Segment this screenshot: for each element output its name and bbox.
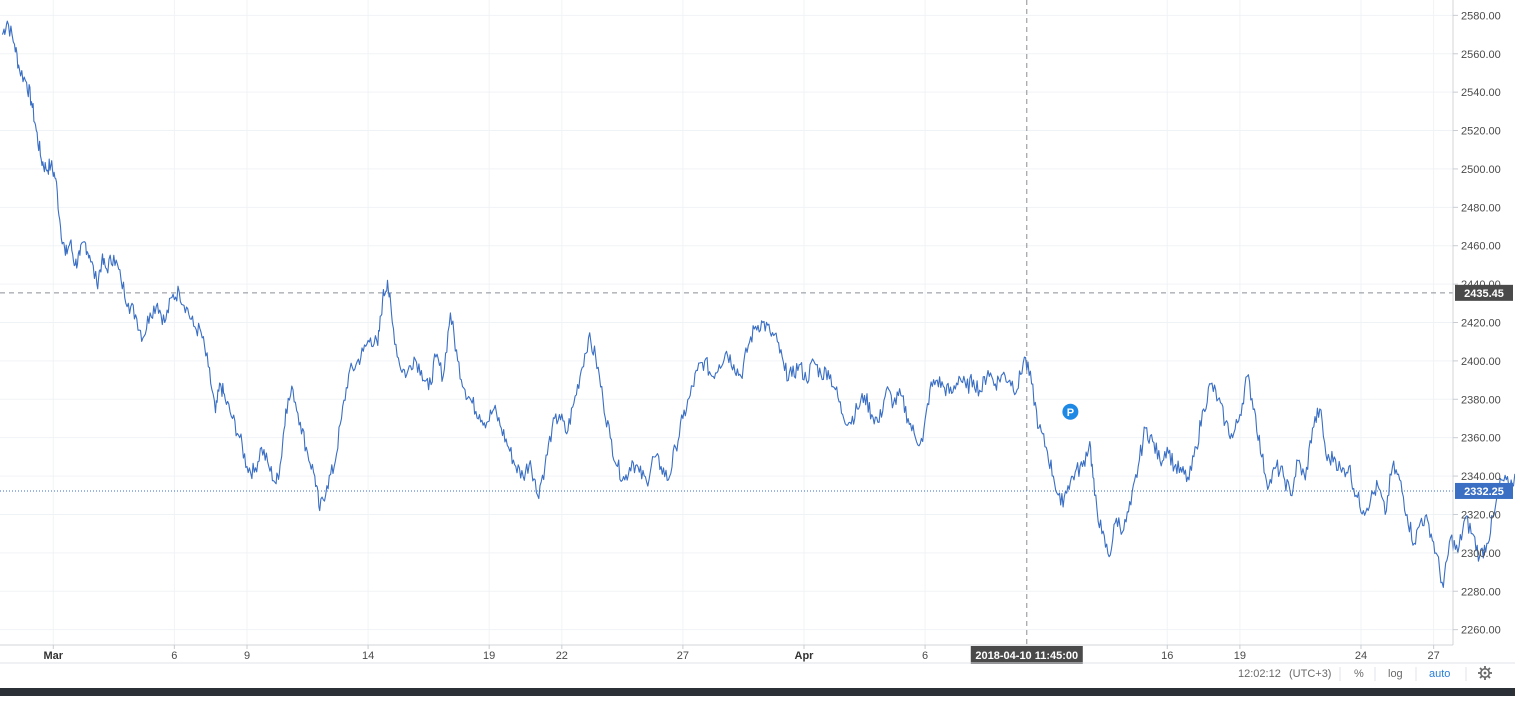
crosshair-price-label: 2435.45 [1464,288,1504,300]
log-toggle[interactable]: log [1388,668,1403,680]
y-tick-label: 2300.00 [1461,548,1501,560]
bottom-toolbar-strip [0,688,1515,696]
gear-icon[interactable] [1478,666,1492,680]
x-tick-label: 6 [922,650,928,662]
price-chart[interactable]: P 2580.00 2560.00 2540.00 2520.00 2500.00 248… [0,0,1515,696]
y-tick-label: 2320.00 [1461,509,1501,521]
y-tick-label: 2540.00 [1461,87,1501,99]
y-tick-label: 2340.00 [1461,471,1501,483]
x-tick-label: 9 [244,650,250,662]
status-timezone: (UTC+3) [1289,668,1331,680]
chart-container[interactable]: P 2580.00 2560.00 2540.00 2520.00 2500.00 248… [0,0,1515,696]
x-tick-label: 22 [556,650,568,662]
last-price-label: 2332.25 [1464,486,1504,498]
y-tick-label: 2560.00 [1461,49,1501,61]
x-tick-label: Mar [43,650,63,662]
y-tick-label: 2580.00 [1461,10,1501,22]
y-tick-label: 2500.00 [1461,164,1501,176]
x-tick-label: 16 [1161,650,1173,662]
percent-toggle[interactable]: % [1354,668,1364,680]
y-tick-label: 2380.00 [1461,394,1501,406]
x-tick-label: 19 [1234,650,1246,662]
x-tick-label: 14 [362,650,374,662]
y-tick-label: 2460.00 [1461,241,1501,253]
y-tick-label: 2400.00 [1461,356,1501,368]
y-tick-label: 2480.00 [1461,202,1501,214]
y-tick-label: 2420.00 [1461,318,1501,330]
x-tick-label: 27 [1428,650,1440,662]
crosshair-time-label: 2018-04-10 11:45:00 [975,650,1078,662]
event-marker-label: P [1067,407,1074,419]
y-tick-label: 2280.00 [1461,586,1501,598]
auto-toggle[interactable]: auto [1429,668,1450,680]
x-tick-label: 19 [483,650,495,662]
x-tick-label: 27 [677,650,689,662]
x-tick-label: 24 [1355,650,1367,662]
y-tick-label: 2260.00 [1461,625,1501,637]
marker-layer: P [1062,403,1079,420]
y-tick-label: 2520.00 [1461,126,1501,138]
y-tick-label: 2360.00 [1461,433,1501,445]
x-tick-label: Apr [795,650,815,662]
x-tick-label: 6 [171,650,177,662]
status-time: 12:02:12 [1238,668,1281,680]
